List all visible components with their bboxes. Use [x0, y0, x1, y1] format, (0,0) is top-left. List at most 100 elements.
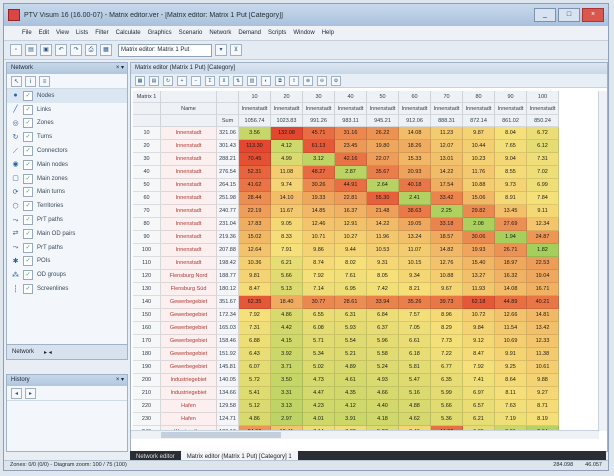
matrix-cell[interactable]: 12.76	[431, 257, 463, 270]
matrix-cell[interactable]: 7.65	[495, 140, 527, 153]
matrix-cell[interactable]: 13.45	[495, 205, 527, 218]
matrix-cell[interactable]: 22.53	[527, 257, 559, 270]
matrix-cell[interactable]: 7.05	[399, 322, 431, 335]
matrix-cell[interactable]: 3.56	[239, 127, 271, 140]
matrix-cell[interactable]: 5.96	[367, 335, 399, 348]
row-id[interactable]: 120	[133, 270, 161, 283]
row-name[interactable]: Innenstadt	[161, 179, 217, 192]
matrix-cell[interactable]: 18.57	[431, 231, 463, 244]
refresh-icon[interactable]: ↻	[163, 75, 173, 86]
menu-help[interactable]: Help	[322, 30, 334, 36]
column-header[interactable]: 991.26	[303, 115, 335, 127]
checkbox[interactable]: ✓	[23, 270, 33, 281]
checkbox[interactable]: ✓	[23, 146, 33, 157]
matrix-cell[interactable]: 9.87	[463, 127, 495, 140]
matrix-cell[interactable]: 11.07	[399, 244, 431, 257]
matrix-cell[interactable]: 29.82	[463, 205, 495, 218]
matrix-cell[interactable]: 2.87	[335, 166, 367, 179]
row-id[interactable]: 60	[133, 192, 161, 205]
matrix-cell[interactable]: 6.72	[527, 127, 559, 140]
matrix-cell[interactable]: 33.42	[431, 192, 463, 205]
column-header[interactable]: Innenstadt	[303, 103, 335, 115]
matrix-cell[interactable]: 61.13	[303, 140, 335, 153]
nav-item-main-od-pairs[interactable]: ⇄ ✓ Main OD pairs	[7, 227, 127, 241]
row-name[interactable]: Industriegebiet	[161, 387, 217, 400]
nav-item-screenlines[interactable]: ┆ ✓ Screenlines	[7, 282, 127, 296]
matrix-cell[interactable]: 26.71	[495, 244, 527, 257]
matrix-cell[interactable]: 9.31	[367, 257, 399, 270]
matrix-cell[interactable]: 12.91	[335, 218, 367, 231]
undo-icon[interactable]: ↶	[55, 44, 67, 56]
row-name[interactable]: Innenstadt	[161, 218, 217, 231]
matrix-cell[interactable]: 6.77	[431, 361, 463, 374]
matrix-cell[interactable]: 30.06	[463, 231, 495, 244]
settings-icon[interactable]: ⚙	[331, 75, 341, 86]
chevron-down-icon[interactable]: ▾	[215, 44, 227, 56]
matrix-cell[interactable]: 30.77	[303, 296, 335, 309]
matrix-select[interactable]: Matrix editor: Matrix 1 Put	[118, 43, 212, 57]
matrix-cell[interactable]: 6.31	[335, 309, 367, 322]
matrix-cell[interactable]: 6.08	[303, 322, 335, 335]
matrix-cell[interactable]: 22.19	[239, 205, 271, 218]
matrix-cell[interactable]: 8.47	[239, 283, 271, 296]
filter-icon[interactable]: ⊻	[230, 44, 242, 56]
row-id[interactable]: 140	[133, 296, 161, 309]
matrix-cell[interactable]: 6.61	[399, 335, 431, 348]
matrix-cell[interactable]: 13.01	[431, 153, 463, 166]
column-header[interactable]: Innenstadt	[463, 103, 495, 115]
matrix-cell[interactable]: 15.06	[463, 192, 495, 205]
matrix-cell[interactable]: 7.92	[463, 361, 495, 374]
nav-item-main-zones[interactable]: ▢ ✓ Main zones	[7, 172, 127, 186]
checkbox[interactable]: ✓	[23, 242, 33, 253]
matrix-cell[interactable]: 8.96	[431, 309, 463, 322]
row-name[interactable]: Innenstadt	[161, 192, 217, 205]
row-name[interactable]: Innenstadt	[161, 257, 217, 270]
matrix-cell[interactable]: 5.13	[271, 283, 303, 296]
matrix-cell[interactable]: 19.80	[367, 140, 399, 153]
row-name[interactable]: Gewerbegebiet	[161, 348, 217, 361]
matrix-cell[interactable]: 19.05	[399, 218, 431, 231]
matrix-cell[interactable]: 7.91	[271, 244, 303, 257]
matrix-cell[interactable]: 4.88	[399, 400, 431, 413]
matrix-cell[interactable]: 16.71	[527, 283, 559, 296]
matrix-cell[interactable]: 5.21	[335, 348, 367, 361]
matrix-cell[interactable]: 8.71	[527, 400, 559, 413]
matrix-cell[interactable]: 7.41	[463, 374, 495, 387]
row-name[interactable]: Flensburg Süd	[161, 283, 217, 296]
matrix-cell[interactable]: 5.24	[367, 361, 399, 374]
matrix-cell[interactable]: 10.61	[527, 361, 559, 374]
column-header[interactable]: 90	[495, 91, 527, 103]
matrix-cell[interactable]: 14.08	[399, 127, 431, 140]
nav-item-pois[interactable]: ✱ ✓ POIs	[7, 255, 127, 269]
back-icon[interactable]: ◂	[11, 387, 22, 399]
row-id[interactable]: 90	[133, 231, 161, 244]
horizontal-scrollbar[interactable]	[131, 430, 599, 439]
matrix-cell[interactable]: 8.47	[463, 348, 495, 361]
matrix-cell[interactable]: 11.67	[271, 205, 303, 218]
matrix-cell[interactable]: 5.93	[335, 322, 367, 335]
matrix-cell[interactable]: 44.89	[495, 296, 527, 309]
matrix-cell[interactable]: 8.04	[495, 127, 527, 140]
matrix-cell[interactable]: 4.47	[303, 387, 335, 400]
matrix-cell[interactable]: 41.62	[239, 179, 271, 192]
row-id[interactable]: 170	[133, 335, 161, 348]
matrix-cell[interactable]: 48.27	[303, 166, 335, 179]
matrix-cell[interactable]: 2.64	[367, 179, 399, 192]
matrix-cell[interactable]: 16.37	[335, 205, 367, 218]
matrix-cell[interactable]: 9.25	[495, 361, 527, 374]
row-name[interactable]: Innenstadt	[161, 127, 217, 140]
matrix-cell[interactable]: 15.33	[399, 153, 431, 166]
matrix-cell[interactable]: 17.54	[431, 179, 463, 192]
row-id[interactable]: 50	[133, 179, 161, 192]
grid-icon[interactable]: ▦	[100, 44, 112, 56]
column-header[interactable]: 40	[335, 91, 367, 103]
matrix-cell[interactable]: 9.34	[399, 270, 431, 283]
matrix-cell[interactable]: 5.71	[303, 335, 335, 348]
matrix-cell[interactable]: 4.42	[271, 322, 303, 335]
matrix-cell[interactable]: 5.47	[399, 374, 431, 387]
matrix-cell[interactable]: 4.86	[239, 413, 271, 426]
matrix-cell[interactable]: 4.12	[271, 140, 303, 153]
redo-icon[interactable]: ↷	[70, 44, 82, 56]
column-header[interactable]: Innenstadt	[431, 103, 463, 115]
matrix-cell[interactable]: 9.91	[495, 348, 527, 361]
